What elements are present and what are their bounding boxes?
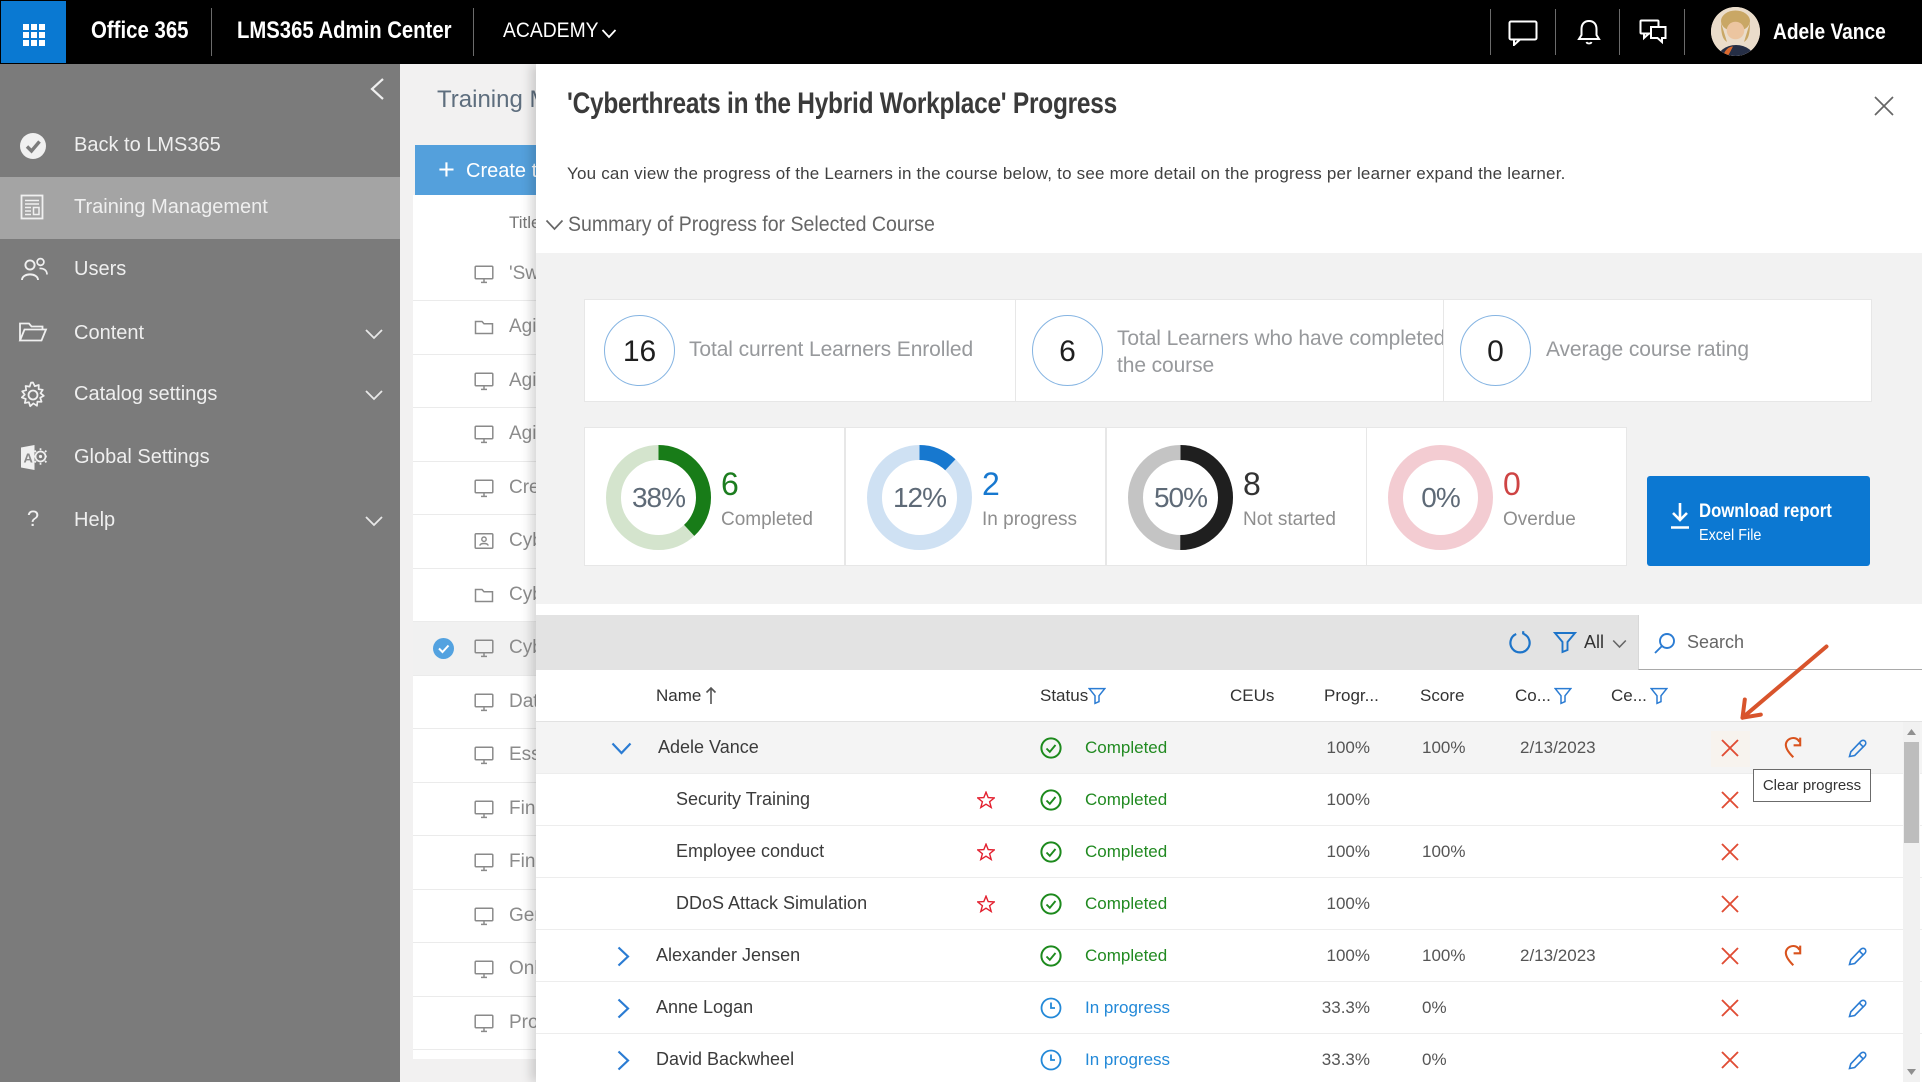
svg-text:A: A [24,451,34,466]
